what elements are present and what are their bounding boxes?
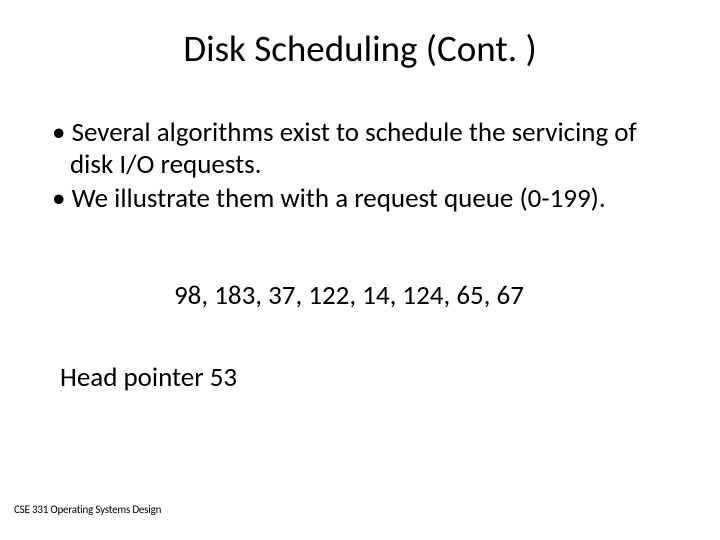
slide: Disk Scheduling (Cont. ) Several algorit… [0,0,720,540]
slide-body: Several algorithms exist to schedule the… [0,71,720,394]
slide-title: Disk Scheduling (Cont. ) [0,0,720,71]
bullet-list: Several algorithms exist to schedule the… [52,117,668,215]
bullet-item: Several algorithms exist to schedule the… [52,117,668,181]
request-queue-line: 98, 183, 37, 122, 14, 124, 65, 67 [52,279,668,312]
head-pointer-line: Head pointer 53 [52,361,668,394]
bullet-item: We illustrate them with a request queue … [52,183,668,215]
footer-text: CSE 331 Operating Systems Design [14,503,161,516]
